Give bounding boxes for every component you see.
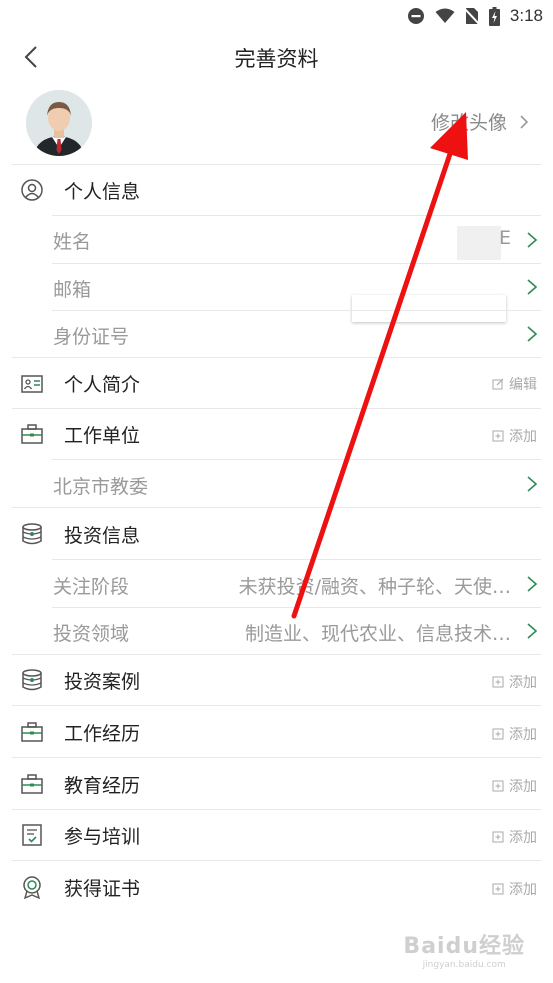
field-invest-domain-row[interactable]: 投资领域 制造业、现代农业、信息技术… — [0, 608, 553, 654]
add-work-unit-button[interactable]: 添加 — [492, 426, 537, 446]
status-bar: 3:18 — [0, 0, 553, 34]
edit-avatar-label: 修改头像 — [430, 112, 507, 134]
field-value: E — [498, 227, 511, 249]
avatar-row[interactable]: 修改头像 — [0, 82, 553, 164]
avatar[interactable] — [26, 90, 92, 156]
field-id-row[interactable]: 身份证号 — [0, 311, 553, 357]
add-icon — [492, 430, 504, 442]
chevron-right-icon — [527, 326, 538, 342]
add-icon — [492, 780, 504, 792]
no-sim-icon — [464, 8, 479, 25]
field-focus-stage-row[interactable]: 关注阶段 未获投资/融资、种子轮、天使… — [0, 560, 553, 607]
add-education-button[interactable]: 添加 — [492, 776, 537, 796]
page-title: 完善资料 — [234, 47, 319, 71]
chevron-right-icon — [527, 476, 538, 492]
add-icon — [492, 676, 504, 688]
section-title: 参与培训 — [64, 826, 141, 848]
field-value: 未获投资/融资、种子轮、天使… — [238, 576, 511, 598]
watermark-main: Baidu经验 — [403, 934, 525, 959]
section-investment-info: 投资信息 — [0, 508, 553, 559]
section-title: 工作经历 — [64, 723, 141, 745]
section-title: 获得证书 — [64, 878, 141, 900]
action-label: 添加 — [509, 675, 537, 691]
section-title: 投资案例 — [64, 671, 141, 693]
add-icon — [492, 883, 504, 895]
header-bar: 完善资料 — [0, 34, 553, 82]
person-icon — [21, 179, 43, 201]
chevron-right-icon — [527, 232, 538, 248]
action-label: 添加 — [509, 429, 537, 445]
section-personal-info: 个人信息 — [0, 165, 553, 215]
work-unit-item: 北京市教委 — [53, 476, 149, 498]
add-icon — [492, 728, 504, 740]
avatar-portrait-icon — [26, 90, 92, 156]
action-label: 添加 — [509, 727, 537, 743]
action-label: 添加 — [509, 779, 537, 795]
redacted-name — [457, 226, 501, 260]
work-unit-item-row[interactable]: 北京市教委 — [0, 460, 553, 507]
section-certificates: 获得证书 添加 — [0, 861, 553, 912]
action-label: 添加 — [509, 882, 537, 898]
profile-card-icon — [21, 375, 43, 393]
chevron-right-icon — [520, 114, 529, 129]
section-work-experience: 工作经历 添加 — [0, 706, 553, 757]
field-value: 制造业、现代农业、信息技术… — [244, 623, 511, 645]
section-title: 教育经历 — [64, 775, 141, 797]
chevron-right-icon — [527, 623, 538, 639]
field-label: 投资领域 — [53, 623, 130, 645]
field-name-row[interactable]: 姓名 E — [0, 216, 553, 263]
chevron-right-icon — [527, 279, 538, 295]
briefcase-icon — [21, 774, 43, 794]
chevron-right-icon — [527, 576, 538, 592]
section-profile-intro: 个人简介 编辑 — [0, 358, 553, 408]
action-label: 编辑 — [509, 377, 537, 393]
watermark-sub: jingyan.baidu.com — [422, 960, 506, 970]
add-training-button[interactable]: 添加 — [492, 827, 537, 847]
section-education: 教育经历 添加 — [0, 758, 553, 809]
edit-intro-button[interactable]: 编辑 — [492, 374, 537, 394]
section-investment-cases: 投资案例 添加 — [0, 655, 553, 705]
section-work-unit: 工作单位 添加 — [0, 409, 553, 459]
document-check-icon — [22, 824, 42, 846]
add-work-experience-button[interactable]: 添加 — [492, 724, 537, 744]
badge-icon — [23, 876, 41, 899]
edit-avatar-button[interactable]: 修改头像 — [431, 108, 529, 135]
do-not-disturb-icon — [407, 8, 424, 24]
watermark: Baidu经验 jingyan.baidu.com — [403, 928, 525, 970]
section-title: 工作单位 — [64, 425, 141, 447]
battery-charging-icon — [488, 6, 500, 26]
section-title: 个人简介 — [64, 374, 141, 396]
section-training: 参与培训 添加 — [0, 810, 553, 860]
add-icon — [492, 831, 504, 843]
section-title: 个人信息 — [64, 181, 141, 203]
wifi-icon — [435, 8, 455, 23]
field-label: 邮箱 — [53, 279, 92, 301]
add-certificate-button[interactable]: 添加 — [492, 879, 537, 899]
action-label: 添加 — [509, 830, 537, 846]
coins-icon — [22, 523, 42, 545]
add-investment-case-button[interactable]: 添加 — [492, 672, 537, 692]
section-title: 投资信息 — [64, 525, 141, 547]
field-label: 姓名 — [53, 231, 92, 253]
briefcase-icon — [21, 424, 43, 444]
briefcase-icon — [21, 722, 43, 742]
field-label: 关注阶段 — [53, 576, 130, 598]
coins-icon — [22, 669, 42, 691]
field-label: 身份证号 — [53, 326, 130, 348]
edit-icon — [492, 378, 504, 390]
status-time: 3:18 — [509, 6, 543, 25]
